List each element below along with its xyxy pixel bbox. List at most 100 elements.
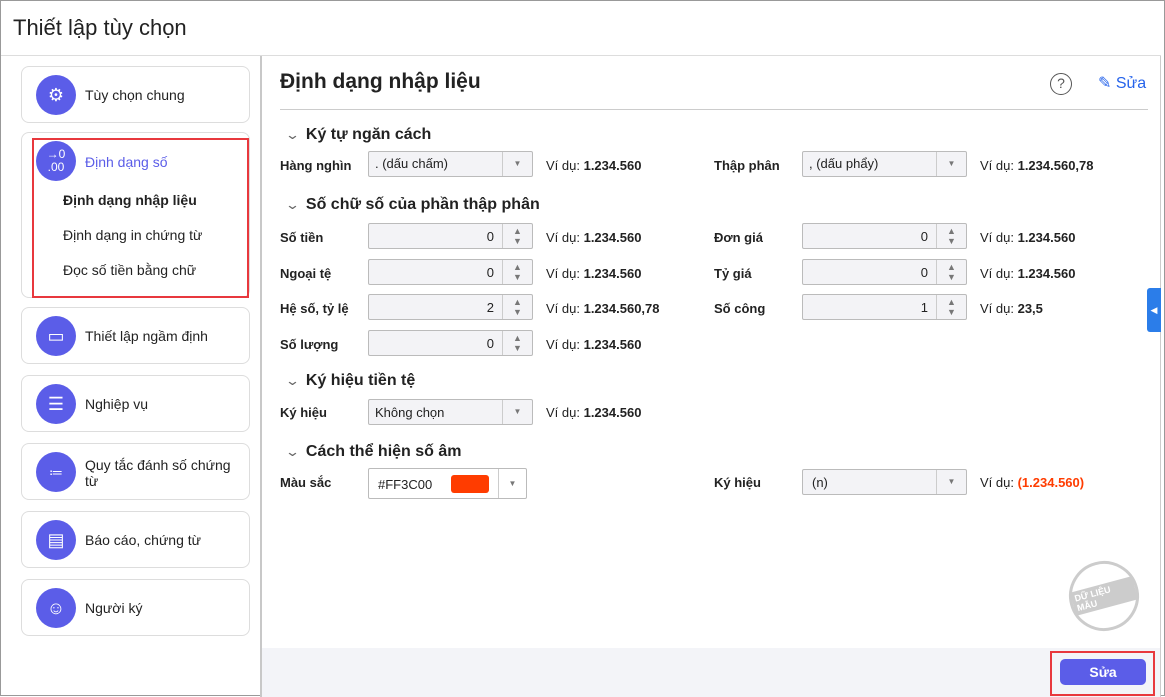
field-label: Ký hiệu — [280, 405, 327, 420]
field-label: Thập phân — [714, 158, 780, 173]
sample-data-watermark: DỮ LIỆU MẪU — [1061, 553, 1147, 639]
sidebar-item-label: Tùy chọn chung — [85, 87, 185, 103]
stepper-value: 1 — [920, 300, 928, 315]
decimal-digits-stepper[interactable]: 0 ▲ ▼ — [368, 223, 533, 249]
gear-icon: ⚙ — [36, 75, 76, 115]
example-text: Ví dụ: 1.234.560 — [546, 405, 642, 420]
chevron-down-icon: ▼ — [936, 152, 966, 176]
select-value: Không chọn — [375, 405, 445, 420]
decimal-digits-stepper[interactable]: 0 ▲ ▼ — [368, 329, 533, 356]
increment-icon[interactable]: ▲ — [513, 333, 522, 343]
increment-icon[interactable]: ▲ — [513, 226, 522, 236]
section-separator-header[interactable]: ⌄ Ký tự ngăn cách — [284, 126, 431, 144]
stepper-value: 0 — [486, 264, 494, 280]
sidebar-item-label: Nghiệp vụ — [85, 396, 149, 412]
help-icon[interactable]: ? — [1050, 73, 1072, 95]
chevron-down-icon: ▼ — [502, 152, 532, 176]
pencil-icon: ✎ — [1098, 75, 1112, 92]
decrement-icon[interactable]: ▼ — [513, 272, 522, 282]
negative-symbol-select[interactable]: (n) ▼ — [802, 469, 967, 495]
stepper-value: 0 — [486, 335, 494, 351]
sidebar-item-signer[interactable]: ☺ Người ký — [21, 579, 250, 636]
field-label: Số lượng — [280, 336, 339, 352]
sidebar-divider[interactable] — [260, 56, 262, 697]
decrement-icon[interactable]: ▼ — [513, 343, 522, 353]
decimal-separator-select[interactable]: , (dấu phẩy) ▼ — [802, 151, 967, 177]
chevron-down-icon: ▼ — [936, 470, 966, 494]
user-icon: ☺ — [36, 588, 76, 628]
document-icon: ▤ — [36, 520, 76, 560]
decrement-icon[interactable]: ▼ — [513, 307, 522, 317]
decimal-digits-stepper[interactable]: 1 ▲ ▼ — [802, 294, 967, 320]
example-text: Ví dụ: 1.234.560 — [980, 265, 1076, 281]
section-title: Cách thể hiện số âm — [305, 443, 462, 460]
decimal-digits-stepper[interactable]: 0 ▲ ▼ — [802, 223, 967, 249]
sidebar-item-operations[interactable]: ☰ Nghiệp vụ — [21, 375, 250, 432]
field-label: Màu sắc — [280, 475, 332, 490]
decimal-digits-stepper[interactable]: 0 ▲ ▼ — [802, 258, 967, 285]
example-text: Ví dụ: 1.234.560 — [546, 230, 642, 245]
increment-icon[interactable]: ▲ — [947, 226, 956, 236]
sidebar-item-general[interactable]: ⚙ Tùy chọn chung — [21, 66, 250, 123]
page-title: Định dạng nhập liệu — [280, 70, 481, 93]
chevron-down-icon: ⌄ — [284, 127, 301, 142]
section-decimals-header[interactable]: ⌄ Số chữ số của phần thập phân — [284, 196, 540, 214]
caret-left-icon: ◀ — [1150, 304, 1158, 315]
chevron-down-icon: ▼ — [502, 400, 532, 424]
decrement-icon[interactable]: ▼ — [513, 236, 522, 246]
example-text: Ví dụ: 1.234.560,78 — [980, 158, 1094, 173]
example-text: Ví dụ: 1.234.560 — [546, 336, 642, 352]
thousands-separator-select[interactable]: . (dấu chấm) ▼ — [368, 151, 533, 177]
sidebar-item-label: Người ký — [85, 600, 143, 616]
sidebar-item-reports[interactable]: ▤ Báo cáo, chứng từ — [21, 511, 250, 568]
select-value: (n) — [812, 475, 828, 490]
divider — [280, 109, 1148, 110]
window-title: Thiết lập tùy chọn — [13, 15, 187, 40]
field-label: Ký hiệu — [714, 475, 761, 490]
sidebar-item-label: Báo cáo, chứng từ — [85, 532, 202, 548]
example-text: Ví dụ: 1.234.560 — [546, 158, 642, 173]
decimal-digits-stepper[interactable]: 2 ▲ ▼ — [368, 294, 533, 320]
field-label: Ngoại tệ — [280, 265, 332, 281]
color-value: #FF3C00 — [378, 477, 433, 492]
example-text: Ví dụ: (1.234.560) — [980, 475, 1085, 490]
section-currency-header[interactable]: ⌄ Ký hiệu tiền tệ — [284, 372, 416, 390]
decrement-icon[interactable]: ▼ — [947, 236, 956, 246]
currency-symbol-select[interactable]: Không chọn ▼ — [368, 399, 533, 425]
increment-icon[interactable]: ▲ — [947, 262, 956, 272]
increment-icon[interactable]: ▲ — [513, 297, 522, 307]
sidebar-item-numbering-rules[interactable]: ≔ Quy tắc đánh số chứng từ — [21, 443, 250, 500]
sidebar-item-defaults[interactable]: ▭ Thiết lập ngầm định — [21, 307, 250, 364]
example-text: Ví dụ: 1.234.560 — [546, 265, 642, 281]
stepper-value: 0 — [920, 264, 928, 280]
section-title: Ký hiệu tiền tệ — [305, 372, 416, 389]
field-label: Tỷ giá — [714, 265, 752, 281]
chevron-down-icon: ⌄ — [284, 373, 301, 388]
increment-icon[interactable]: ▲ — [513, 262, 522, 272]
color-swatch — [451, 475, 489, 493]
highlight-box — [32, 138, 249, 298]
increment-icon[interactable]: ▲ — [947, 297, 956, 307]
example-text: Ví dụ: 23,5 — [980, 301, 1043, 316]
select-value: . (dấu chấm) — [375, 156, 448, 171]
edit-link-label: Sửa — [1115, 75, 1147, 92]
edit-link[interactable]: ✎ Sửa — [1098, 73, 1146, 93]
chevron-down-icon: ⌄ — [284, 197, 301, 212]
divider — [1160, 56, 1161, 697]
section-negative-header[interactable]: ⌄ Cách thể hiện số âm — [285, 443, 462, 461]
chevron-down-icon: ▼ — [498, 469, 526, 498]
collapse-panel-tab[interactable]: ◀ — [1147, 288, 1161, 332]
decrement-icon[interactable]: ▼ — [947, 272, 956, 282]
drive-icon: ▭ — [36, 316, 76, 356]
field-label: Đơn giá — [714, 230, 763, 245]
stepper-value: 0 — [486, 229, 494, 244]
field-label: Hệ số, tỷ lệ — [280, 301, 349, 316]
decrement-icon[interactable]: ▼ — [947, 307, 956, 317]
sidebar-item-label: Thiết lập ngầm định — [85, 328, 208, 344]
decimal-digits-stepper[interactable]: 0 ▲ ▼ — [368, 258, 533, 285]
footer-bar — [262, 648, 1160, 697]
negative-color-picker[interactable]: #FF3C00 ▼ — [368, 468, 527, 499]
example-text: Ví dụ: 1.234.560 — [980, 230, 1076, 245]
stepper-value: 2 — [486, 300, 494, 315]
section-title: Số chữ số của phần thập phân — [305, 196, 540, 213]
